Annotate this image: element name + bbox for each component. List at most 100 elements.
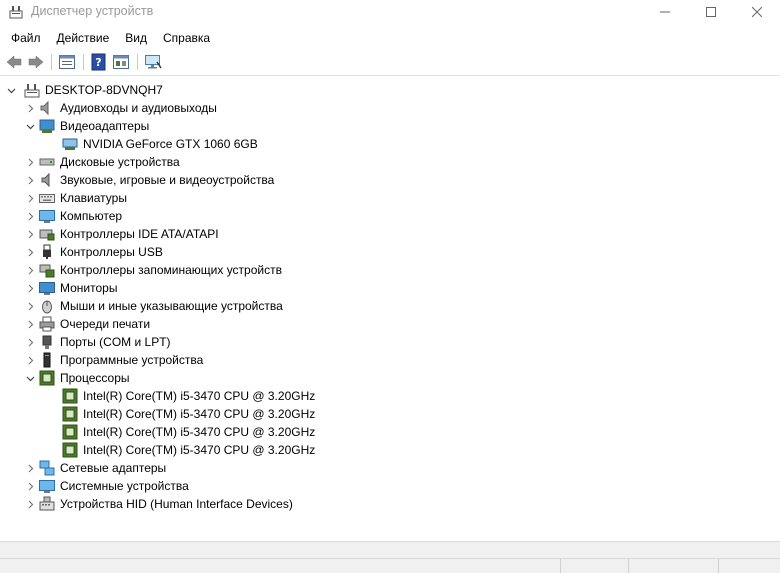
chevron-right-icon[interactable] (25, 459, 35, 477)
mouse-icon (42, 300, 52, 314)
tree-category[interactable]: Контроллеры USB (25, 243, 163, 261)
chevron-right-icon[interactable] (25, 477, 35, 495)
chevron-right-icon[interactable] (25, 261, 35, 279)
chevron-right-icon[interactable] (25, 279, 35, 297)
tree-category[interactable]: Компьютер (25, 207, 122, 225)
hid-icon (39, 496, 55, 511)
chevron-right-icon[interactable] (25, 99, 35, 117)
tree-category[interactable]: Видеоадаптеры (25, 117, 149, 135)
tree-category[interactable]: Аудиовходы и аудиовыходы (25, 99, 217, 117)
tree-device[interactable]: NVIDIA GeForce GTX 1060 6GB (62, 135, 258, 153)
maximize-button[interactable] (688, 0, 734, 24)
status-cell (718, 559, 780, 573)
device-tree: DESKTOP-8DVNQH7 Аудиовходы и аудиовыходы… (0, 75, 780, 540)
monitor-icon (39, 282, 55, 295)
tree-category[interactable]: Мониторы (25, 279, 117, 297)
chevron-down-icon[interactable] (25, 369, 35, 387)
menu-file[interactable]: Файл (0, 27, 49, 49)
status-cell (628, 559, 719, 573)
tree-device[interactable]: Intel(R) Core(TM) i5-3470 CPU @ 3.20GHz (62, 387, 315, 405)
scan-hardware-icon[interactable] (144, 53, 162, 71)
computer-root-icon (24, 84, 40, 98)
horizontal-scrollbar[interactable] (0, 541, 780, 559)
category-label: Контроллеры запоминающих устройств (60, 263, 282, 277)
tree-category[interactable]: Дисковые устройства (25, 153, 180, 171)
network-adapter-icon (39, 460, 55, 476)
help-icon[interactable]: ? (90, 53, 108, 71)
chevron-down-icon[interactable] (6, 81, 16, 99)
chevron-right-icon[interactable] (25, 297, 35, 315)
chevron-right-icon[interactable] (25, 495, 35, 513)
chevron-right-icon[interactable] (25, 351, 35, 369)
device-manager-icon (9, 6, 23, 19)
menu-help[interactable]: Справка (155, 27, 218, 49)
tree-category[interactable]: Очереди печати (25, 315, 150, 333)
tree-category[interactable]: Программные устройства (25, 351, 203, 369)
chevron-right-icon[interactable] (25, 225, 35, 243)
tree-category[interactable]: Порты (COM и LPT) (25, 333, 171, 351)
tree-category[interactable]: Системные устройства (25, 477, 189, 495)
close-button[interactable] (734, 0, 780, 24)
maximize-icon (706, 7, 716, 17)
category-label: Контроллеры USB (60, 245, 163, 259)
chevron-right-icon[interactable] (25, 315, 35, 333)
chevron-right-icon[interactable] (25, 207, 35, 225)
category-label: Контроллеры IDE ATA/ATAPI (60, 227, 219, 241)
category-label: Устройства HID (Human Interface Devices) (60, 497, 293, 511)
toolbar-separator (83, 54, 84, 70)
title-bar: Диспетчер устройств (0, 0, 780, 24)
usb-icon (43, 244, 51, 259)
processor-icon (62, 442, 78, 458)
device-label: Intel(R) Core(TM) i5-3470 CPU @ 3.20GHz (83, 425, 316, 439)
minimize-icon (660, 11, 670, 13)
chevron-right-icon[interactable] (25, 171, 35, 189)
category-label: Системные устройства (60, 479, 189, 493)
category-label: Звуковые, игровые и видеоустройства (60, 173, 275, 187)
toolbar: ? (0, 51, 780, 73)
properties-icon[interactable] (58, 53, 76, 71)
tree-category[interactable]: Звуковые, игровые и видеоустройства (25, 171, 274, 189)
storage-controller-icon (39, 264, 55, 278)
tree-device[interactable]: Intel(R) Core(TM) i5-3470 CPU @ 3.20GHz (62, 423, 315, 441)
processor-icon (62, 424, 78, 440)
forward-icon[interactable] (27, 53, 45, 71)
tree-root[interactable]: DESKTOP-8DVNQH7 (6, 81, 163, 99)
tree-category[interactable]: Клавиатуры (25, 189, 127, 207)
status-bar (0, 558, 780, 573)
chevron-right-icon[interactable] (25, 189, 35, 207)
back-icon[interactable] (5, 53, 23, 71)
tree-category[interactable]: Сетевые адаптеры (25, 459, 166, 477)
display-adapter-icon (39, 119, 55, 133)
tree-category[interactable]: Мыши и иные указывающие устройства (25, 297, 283, 315)
tree-device[interactable]: Intel(R) Core(TM) i5-3470 CPU @ 3.20GHz (62, 441, 315, 459)
category-label: Сетевые адаптеры (60, 461, 167, 475)
category-label: Программные устройства (60, 353, 204, 367)
chevron-down-icon[interactable] (25, 117, 35, 135)
menu-action[interactable]: Действие (49, 27, 118, 49)
category-label: Видеоадаптеры (60, 119, 150, 133)
menu-view[interactable]: Вид (117, 27, 155, 49)
toolbar-separator (137, 54, 138, 70)
chevron-right-icon[interactable] (25, 153, 35, 171)
device-label: Intel(R) Core(TM) i5-3470 CPU @ 3.20GHz (83, 389, 316, 403)
svg-text:?: ? (95, 56, 101, 69)
minimize-button[interactable] (642, 0, 688, 24)
category-label: Мониторы (60, 281, 118, 295)
tree-category[interactable]: Устройства HID (Human Interface Devices) (25, 495, 293, 513)
chevron-right-icon[interactable] (25, 243, 35, 261)
device-label: Intel(R) Core(TM) i5-3470 CPU @ 3.20GHz (83, 443, 316, 457)
tree-device[interactable]: Intel(R) Core(TM) i5-3470 CPU @ 3.20GHz (62, 405, 315, 423)
computer-name: DESKTOP-8DVNQH7 (45, 83, 163, 97)
tree-category[interactable]: Контроллеры запоминающих устройств (25, 261, 282, 279)
view-icon[interactable] (112, 53, 130, 71)
disk-drive-icon (39, 158, 55, 166)
chevron-right-icon[interactable] (25, 333, 35, 351)
sound-icon (41, 172, 50, 188)
keyboard-icon (39, 194, 55, 203)
processor-icon (62, 406, 78, 422)
tree-category[interactable]: Процессоры (25, 369, 130, 387)
toolbar-separator (51, 54, 52, 70)
system-device-icon (39, 480, 55, 493)
tree-category[interactable]: Контроллеры IDE ATA/ATAPI (25, 225, 219, 243)
ide-controller-icon (39, 229, 55, 241)
